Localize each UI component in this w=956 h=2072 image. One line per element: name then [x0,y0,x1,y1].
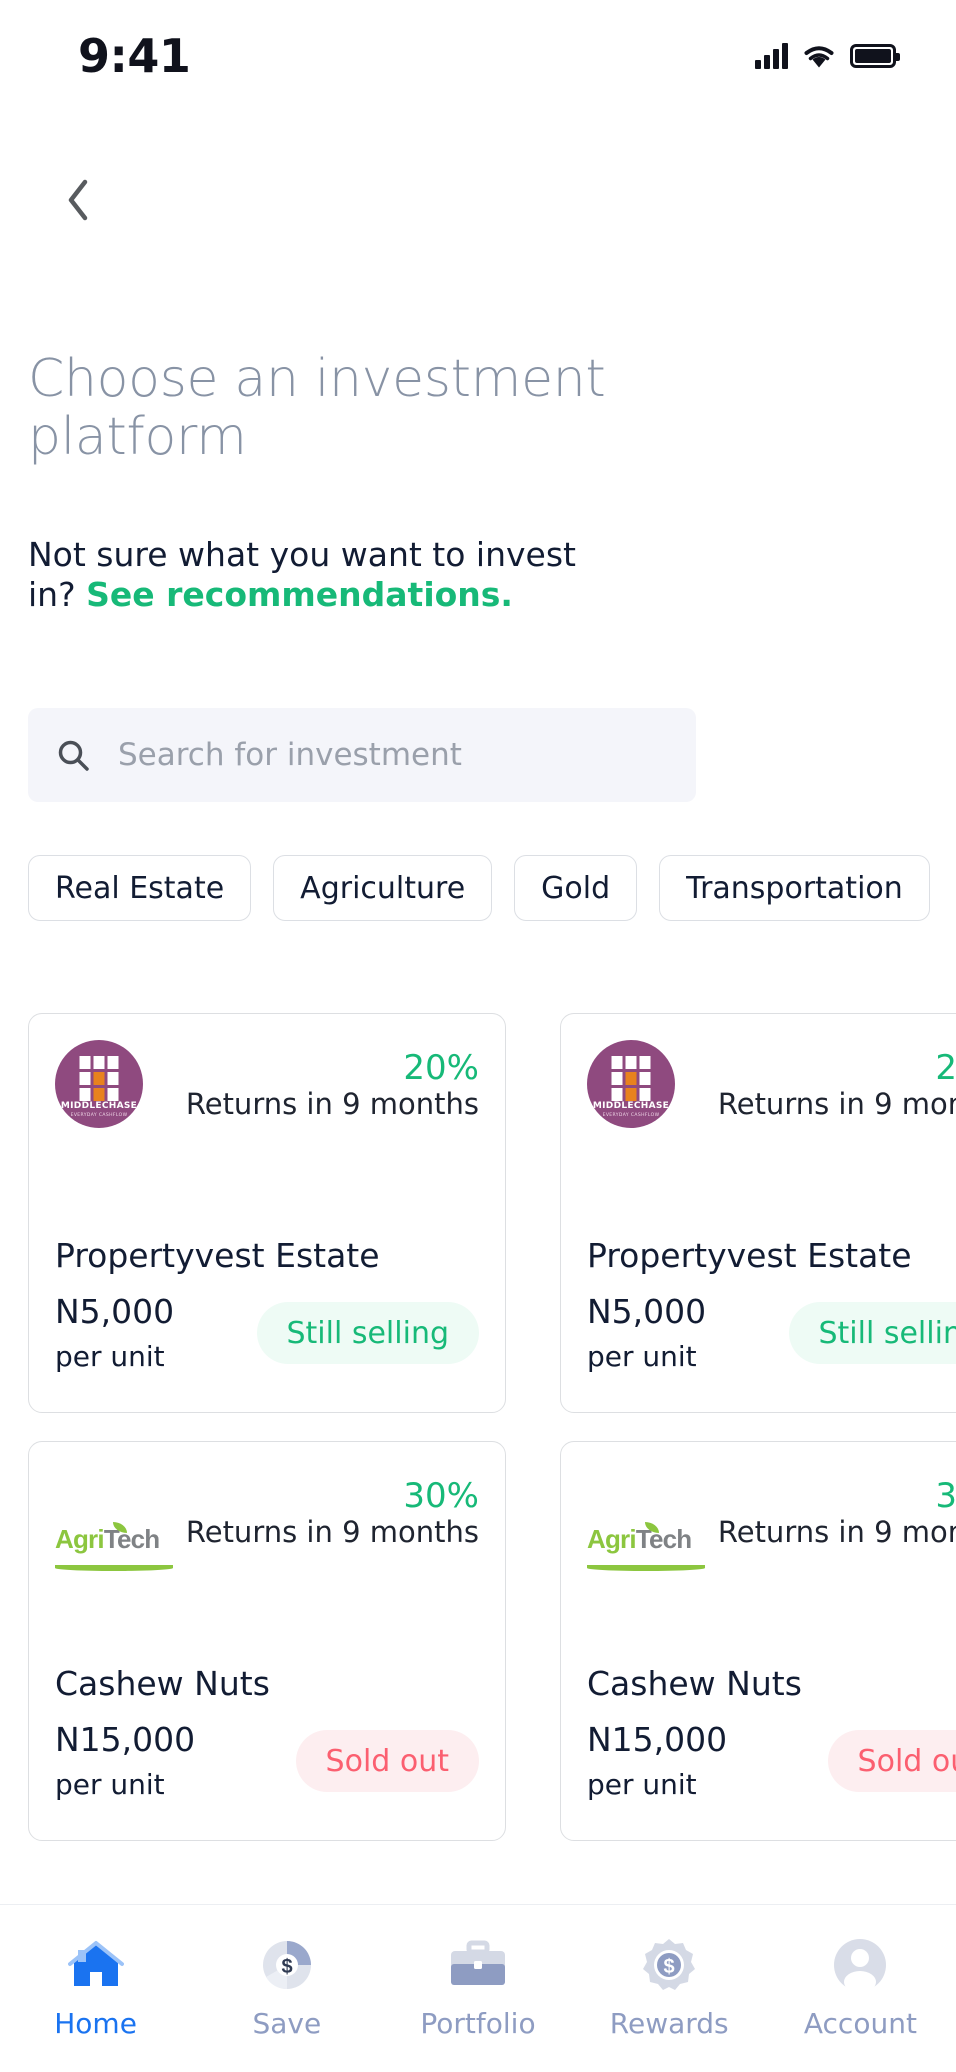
card-price: N15,000 [55,1720,196,1759]
svg-text:$: $ [664,1956,675,1978]
home-icon [65,1937,127,1993]
returns-period: Returns in 9 months [185,1087,479,1122]
middlechase-logo-icon: MIDDLECHASE EVERYDAY CASHFLOW [55,1040,143,1128]
returns-percent: 30% [935,1476,956,1516]
returns-block: 30% Returns in 9 months [718,1468,956,1550]
battery-icon [850,44,900,68]
status-bar: 9:41 [0,0,956,104]
returns-block: 20% Returns in 9 months [186,1040,479,1122]
status-icons [755,43,900,69]
filter-chip-agriculture[interactable]: Agriculture [273,855,493,921]
card-unit-label: per unit [587,1768,697,1801]
returns-percent: 20% [403,1048,479,1088]
logo-name: MIDDLECHASE [60,1101,138,1111]
nav-item-portfolio[interactable]: Portfolio [382,1937,573,2040]
logo-tagline: EVERYDAY CASHFLOW [602,1113,660,1118]
card-unit-label: per unit [55,1340,165,1373]
nav-label-home: Home [54,2007,137,2040]
card-price: N15,000 [587,1720,728,1759]
filter-chip-gold[interactable]: Gold [514,855,638,921]
card-header: MIDDLECHASE EVERYDAY CASHFLOW 20% Return… [587,1040,956,1170]
nav-label-save: Save [252,2007,322,2040]
mobile-screen: 9:41 Choose an investment platform Not s… [0,0,956,2072]
card-header: AgriTech 30% Returns in 9 months [55,1468,479,1598]
search-icon [58,740,89,771]
page-subtitle: Not sure what you want to invest in? See… [28,535,628,614]
investment-card[interactable]: MIDDLECHASE EVERYDAY CASHFLOW 20% Return… [560,1013,956,1413]
returns-percent: 30% [403,1476,479,1516]
logo-agri-text: Agri [55,1524,105,1554]
chevron-left-icon [68,179,88,221]
wifi-icon [804,46,834,68]
returns-period: Returns in 9 months [717,1087,956,1122]
logo-swoosh [587,1565,705,1571]
see-recommendations-link[interactable]: See recommendations. [86,575,513,614]
agritech-logo-icon: AgriTech [55,1522,175,1574]
page-title: Choose an investment platform [28,349,606,468]
logo-tech-text: Tech [635,1524,692,1554]
returns-period: Returns in 9 months [717,1515,956,1550]
filter-chip-real-estate[interactable]: Real Estate [28,855,252,921]
card-title: Cashew Nuts [55,1664,270,1703]
badge-dollar-icon: $ [638,1937,700,1993]
logo-tagline: EVERYDAY CASHFLOW [70,1113,128,1118]
donut-dollar-icon: $ [256,1937,318,1993]
investment-card[interactable]: MIDDLECHASE EVERYDAY CASHFLOW 20% Return… [28,1013,506,1413]
back-button[interactable] [46,168,110,232]
middlechase-logo-icon: MIDDLECHASE EVERYDAY CASHFLOW [587,1040,675,1128]
briefcase-icon [447,1937,509,1993]
nav-label-account: Account [803,2007,917,2040]
returns-period: Returns in 9 months [185,1515,479,1550]
filter-chips: Real Estate Agriculture Gold Transportat… [28,855,956,921]
card-unit-label: per unit [587,1340,697,1373]
nav-label-portfolio: Portfolio [420,2007,536,2040]
card-title: Propertyvest Estate [587,1236,912,1275]
card-title: Cashew Nuts [587,1664,802,1703]
bottom-navigation: Home $ Save Portfolio $ Rewards Account [0,1904,956,2072]
status-badge: Sold out [295,1730,479,1792]
search-placeholder: Search for investment [118,737,462,773]
logo-agri-text: Agri [587,1524,637,1554]
card-header: AgriTech 30% Returns in 9 months [587,1468,956,1598]
card-price: N5,000 [587,1292,707,1331]
status-time: 9:41 [78,29,191,83]
svg-text:$: $ [281,1956,292,1978]
card-price: N5,000 [55,1292,175,1331]
search-input[interactable]: Search for investment [28,708,696,802]
investment-card-grid: MIDDLECHASE EVERYDAY CASHFLOW 20% Return… [28,1013,956,1841]
investment-card[interactable]: AgriTech 30% Returns in 9 months Cashew … [560,1441,956,1841]
nav-label-rewards: Rewards [609,2007,729,2040]
nav-item-rewards[interactable]: $ Rewards [574,1937,765,2040]
person-icon [829,1937,891,1993]
filter-chip-transportation[interactable]: Transportation [659,855,930,921]
investment-card[interactable]: AgriTech 30% Returns in 9 months Cashew … [28,1441,506,1841]
signal-bars-icon [755,43,788,69]
status-badge: Still selling [256,1302,479,1364]
card-unit-label: per unit [55,1768,165,1801]
logo-grid [79,1056,119,1101]
nav-item-save[interactable]: $ Save [191,1937,382,2040]
logo-name: MIDDLECHASE [592,1101,670,1111]
status-badge: Sold out [827,1730,956,1792]
card-title: Propertyvest Estate [55,1236,380,1275]
agritech-logo-icon: AgriTech [587,1522,707,1574]
status-badge: Still selling [788,1302,956,1364]
logo-grid [611,1056,651,1101]
nav-item-account[interactable]: Account [765,1937,956,2040]
returns-percent: 20% [935,1048,956,1088]
nav-item-home[interactable]: Home [0,1937,191,2040]
card-header: MIDDLECHASE EVERYDAY CASHFLOW 20% Return… [55,1040,479,1170]
logo-swoosh [55,1565,173,1571]
logo-tech-text: Tech [103,1524,160,1554]
returns-block: 20% Returns in 9 months [718,1040,956,1122]
returns-block: 30% Returns in 9 months [186,1468,479,1550]
